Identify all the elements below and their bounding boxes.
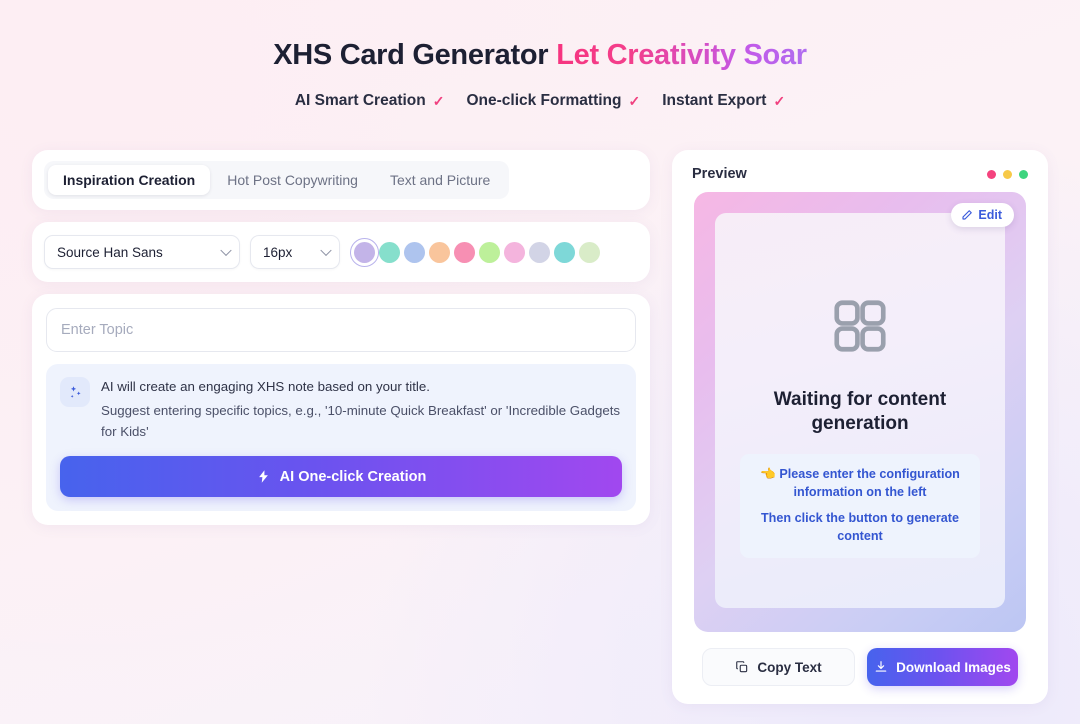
feature-label: One-click Formatting [466, 92, 622, 109]
tab-text-and-picture[interactable]: Text and Picture [375, 165, 505, 195]
color-swatch[interactable] [404, 241, 425, 263]
copy-icon [735, 660, 749, 674]
lightning-icon [256, 469, 271, 484]
color-swatch-list [350, 237, 600, 267]
window-dots [987, 169, 1028, 179]
feature-item-ai-smart-creation: AI Smart Creation ✓ [295, 92, 445, 110]
preview-footer: Copy Text Download Images [672, 632, 1048, 704]
preview-title: Preview [692, 166, 747, 182]
feature-item-one-click-formatting: One-click Formatting ✓ [466, 92, 640, 110]
edit-button[interactable]: Edit [951, 203, 1014, 227]
color-swatch[interactable] [429, 241, 450, 263]
page-header: XHS Card Generator Let Creativity Soar AI… [0, 0, 1080, 110]
color-swatch[interactable] [554, 241, 575, 263]
instruction-line-1: 👈 Please enter the configuration informa… [754, 466, 966, 502]
copy-text-label: Copy Text [757, 659, 822, 675]
editor-column: Inspiration Creation Hot Post Copywritin… [32, 150, 650, 526]
check-icon: ✓ [432, 93, 445, 109]
pointing-hand-icon: 👈 [760, 466, 776, 481]
color-swatch[interactable] [454, 241, 475, 263]
grid-icon [829, 295, 891, 362]
font-size-value: 16px [263, 244, 293, 260]
chevron-down-icon [320, 244, 332, 257]
feature-item-instant-export: Instant Export ✓ [662, 92, 785, 110]
style-toolbar: Source Han Sans 16px [32, 222, 650, 282]
pencil-icon [961, 209, 973, 221]
window-dot-close[interactable] [987, 169, 996, 179]
font-family-value: Source Han Sans [57, 244, 163, 260]
font-size-select[interactable]: 16px [250, 235, 340, 269]
tab-bar: Inspiration Creation Hot Post Copywritin… [44, 161, 510, 199]
ai-one-click-creation-button[interactable]: AI One-click Creation [60, 456, 622, 498]
color-swatch[interactable] [379, 241, 400, 263]
instruction-line-1-text: Please enter the configuration informati… [779, 466, 960, 499]
download-images-label: Download Images [896, 659, 1011, 675]
color-swatch[interactable] [529, 241, 550, 263]
preview-header: Preview [672, 150, 1048, 192]
tab-inspiration-creation[interactable]: Inspiration Creation [48, 165, 211, 195]
prompt-card: AI will create an engaging XHS note base… [32, 294, 650, 526]
download-icon [874, 660, 888, 674]
page-title: XHS Card Generator Let Creativity Soar [0, 41, 1080, 70]
tabs-card: Inspiration Creation Hot Post Copywritin… [32, 150, 650, 210]
topic-input[interactable] [46, 308, 636, 352]
main-columns: Inspiration Creation Hot Post Copywritin… [0, 150, 1080, 704]
tab-hot-post-copywriting[interactable]: Hot Post Copywriting [212, 165, 373, 195]
edit-button-label: Edit [978, 208, 1002, 222]
instruction-line-2: Then click the button to generate conten… [760, 511, 960, 544]
instruction-box: 👈 Please enter the configuration informa… [740, 453, 980, 559]
color-swatch[interactable] [479, 241, 500, 263]
color-swatch[interactable] [504, 241, 525, 263]
ai-hint-line-2: Suggest entering specific topics, e.g., … [101, 403, 621, 439]
sparkles-icon [60, 377, 90, 407]
feature-list: AI Smart Creation ✓ One-click Formatting… [0, 92, 1080, 110]
poster-canvas: Edit Waiting for content generation 👈 Pl… [694, 192, 1026, 632]
ai-hint-panel: AI will create an engaging XHS note base… [46, 364, 636, 512]
color-swatch[interactable] [350, 237, 379, 267]
feature-label: Instant Export [662, 92, 767, 109]
preview-body: Edit Waiting for content generation 👈 Pl… [672, 192, 1048, 632]
feature-label: AI Smart Creation [294, 92, 426, 109]
preview-column: Preview Edit Waiting for content generat… [672, 150, 1048, 704]
color-swatch[interactable] [579, 241, 600, 263]
chevron-down-icon [220, 244, 232, 257]
copy-text-button[interactable]: Copy Text [702, 648, 855, 686]
preview-panel: Preview Edit Waiting for content generat… [672, 150, 1048, 704]
ai-one-click-creation-label: AI One-click Creation [279, 468, 427, 485]
check-icon: ✓ [773, 93, 786, 109]
page-title-main: XHS Card Generator [273, 39, 549, 71]
page-title-accent: Let Creativity Soar [556, 39, 807, 71]
window-dot-maximize[interactable] [1019, 169, 1028, 179]
poster-inner-card: Waiting for content generation 👈 Please … [715, 213, 1005, 608]
download-images-button[interactable]: Download Images [867, 648, 1018, 686]
waiting-title: Waiting for content generation [773, 389, 947, 435]
ai-hint-line-1: AI will create an engaging XHS note base… [101, 379, 430, 394]
check-icon: ✓ [628, 93, 641, 109]
window-dot-minimize[interactable] [1003, 169, 1012, 179]
font-family-select[interactable]: Source Han Sans [44, 235, 240, 269]
